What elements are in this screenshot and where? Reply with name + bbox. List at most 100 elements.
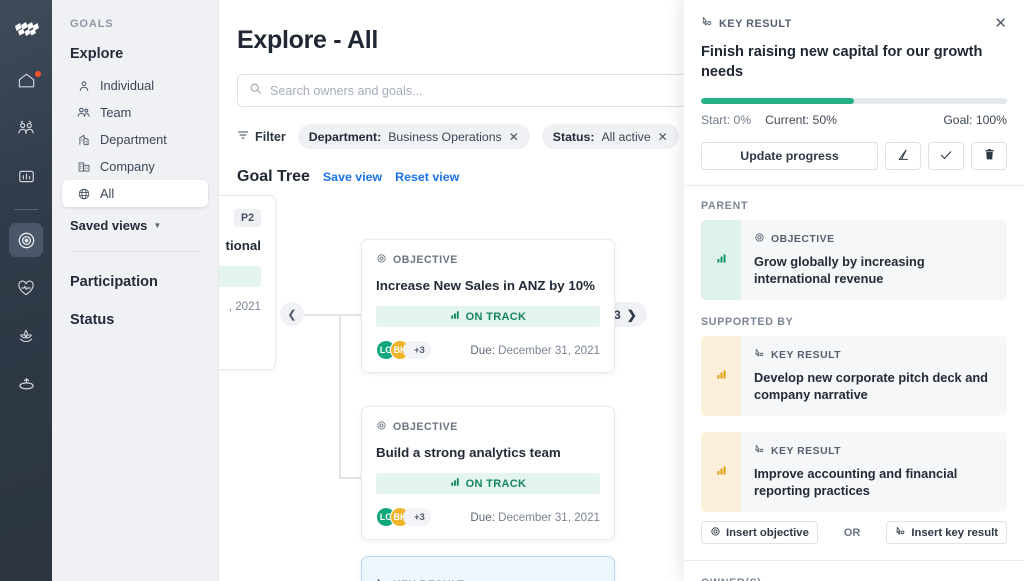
sidebar-section-status[interactable]: Status xyxy=(52,312,218,328)
parent-goal-card[interactable]: OBJECTIVE Grow globally by increasing in… xyxy=(701,220,1007,300)
goal-card-key-result-selected[interactable]: KEY RESULT xyxy=(361,556,615,581)
rail-divider xyxy=(14,209,38,210)
chevron-down-icon: ▼ xyxy=(153,221,161,230)
insert-key-result-button[interactable]: Insert key result xyxy=(886,521,1007,544)
detail-panel-divider xyxy=(684,560,1024,561)
key-result-icon xyxy=(895,526,906,540)
parent-goal-kind-label: OBJECTIVE xyxy=(771,234,835,245)
goal-card-kind: OBJECTIVE xyxy=(376,253,600,267)
sidebar-item-department[interactable]: Department xyxy=(70,126,208,153)
filter-icon xyxy=(237,129,249,144)
status-badge: ON TRACK xyxy=(376,306,600,327)
due-date: December 31, 2021 xyxy=(498,344,600,357)
goal-card-objective-2[interactable]: OBJECTIVE Build a strong analytics team … xyxy=(361,406,615,540)
goals-sidebar: GOALS Explore Individual Team Department xyxy=(52,0,219,581)
goal-card-partial[interactable]: P2 tional , 2021 xyxy=(219,195,276,370)
detail-panel-header: KEY RESULT ✕ Finish raising new capital … xyxy=(684,0,1024,186)
goal-card-kind-label: OBJECTIVE xyxy=(393,421,458,433)
search-icon xyxy=(249,82,262,100)
due-label: Due: xyxy=(470,511,495,524)
mark-complete-button[interactable] xyxy=(928,142,964,170)
parent-status-strip xyxy=(701,220,741,300)
supported-status-strip xyxy=(701,336,741,416)
goal-card-footer: LG BH +3 Due: December 31, 2021 xyxy=(376,340,600,360)
team-icon xyxy=(76,105,91,120)
insert-objective-button[interactable]: Insert objective xyxy=(701,521,818,544)
sidebar-item-label: Individual xyxy=(100,78,154,93)
rail-item-wellbeing-heart[interactable] xyxy=(9,271,43,305)
detail-panel-actions: Update progress xyxy=(701,142,1007,170)
filter-button[interactable]: Filter xyxy=(237,129,286,144)
on-track-bars-icon xyxy=(450,310,460,323)
sidebar-item-team[interactable]: Team xyxy=(70,99,208,126)
app-logo-icon[interactable] xyxy=(9,12,43,46)
progress-start-label: Start: 0% xyxy=(701,113,751,127)
tree-connector-vertical xyxy=(339,314,341,478)
owner-avatars[interactable]: LG BH +3 xyxy=(376,507,431,527)
objective-target-icon xyxy=(376,253,387,267)
rail-item-home[interactable] xyxy=(9,63,43,97)
progress-labels: Start: 0% Current: 50% Goal: 100% xyxy=(701,113,1007,127)
sidebar-saved-views[interactable]: Saved views ▼ xyxy=(52,218,218,233)
parent-goal-title: Grow globally by increasing internationa… xyxy=(754,253,994,287)
goal-card-due: Due: December 31, 2021 xyxy=(470,511,600,524)
rail-item-reports[interactable] xyxy=(9,159,43,193)
collapse-branch-button[interactable]: ❮ xyxy=(280,302,304,326)
close-icon[interactable]: ✕ xyxy=(658,131,668,143)
sidebar-divider xyxy=(70,251,200,252)
at-risk-bars-icon xyxy=(716,367,727,385)
filter-chip-department[interactable]: Department: Business Operations ✕ xyxy=(298,124,530,149)
supported-goal-title: Improve accounting and financial reporti… xyxy=(754,465,994,499)
globe-icon xyxy=(76,186,91,201)
supported-goal-kind-label: KEY RESULT xyxy=(771,350,841,361)
supported-goal-title: Develop new corporate pitch deck and com… xyxy=(754,369,994,403)
on-track-bars-icon xyxy=(450,477,460,490)
update-progress-button[interactable]: Update progress xyxy=(701,142,878,170)
supported-by-card-2[interactable]: KEY RESULT Improve accounting and financ… xyxy=(701,432,1007,512)
chip-key: Department: xyxy=(309,130,381,144)
sidebar-item-company[interactable]: Company xyxy=(70,153,208,180)
due-date: December 31, 2021 xyxy=(498,511,600,524)
progress-bar-fill xyxy=(701,98,854,104)
filter-chip-status[interactable]: Status: All active ✕ xyxy=(542,124,679,149)
close-icon[interactable]: ✕ xyxy=(994,16,1007,31)
rail-item-people[interactable] xyxy=(9,111,43,145)
edit-button[interactable] xyxy=(885,142,921,170)
sidebar-heading-explore: Explore xyxy=(52,46,218,62)
status-badge: ON TRACK xyxy=(376,473,600,494)
home-notification-dot xyxy=(35,71,41,77)
supported-by-section-label: SUPPORTED BY xyxy=(701,316,1007,328)
person-icon xyxy=(76,78,91,93)
chip-value: Business Operations xyxy=(388,130,501,144)
detail-panel-kind-label: KEY RESULT xyxy=(719,18,792,30)
owner-avatars[interactable]: LG BH +3 xyxy=(376,340,431,360)
sidebar-item-label: Department xyxy=(100,132,167,147)
supported-goal-kind: KEY RESULT xyxy=(754,348,994,362)
status-badge-label: ON TRACK xyxy=(466,478,527,490)
goal-card-title: Build a strong analytics team xyxy=(376,444,600,461)
progress-current-label: Current: 50% xyxy=(765,113,837,127)
sidebar-section-participation[interactable]: Participation xyxy=(52,274,218,290)
at-risk-bars-icon xyxy=(716,463,727,481)
rail-item-lotus[interactable] xyxy=(9,319,43,353)
or-separator-label: OR xyxy=(844,527,861,539)
rail-item-cycle[interactable] xyxy=(9,367,43,401)
owners-section-label: OWNER(S) xyxy=(701,577,1007,581)
key-result-icon xyxy=(701,16,713,31)
sidebar-item-individual[interactable]: Individual xyxy=(70,72,208,99)
goal-card-due: Due: December 31, 2021 xyxy=(470,344,600,357)
search-input[interactable]: Search owners and goals... xyxy=(237,74,757,107)
insert-key-result-label: Insert key result xyxy=(911,527,998,539)
supported-by-card-1[interactable]: KEY RESULT Develop new corporate pitch d… xyxy=(701,336,1007,416)
close-icon[interactable]: ✕ xyxy=(509,131,519,143)
tree-connector-horizontal-card2 xyxy=(339,477,361,479)
supported-goal-kind-label: KEY RESULT xyxy=(771,446,841,457)
trash-icon xyxy=(983,148,996,164)
goal-card-objective-1[interactable]: OBJECTIVE Increase New Sales in ANZ by 1… xyxy=(361,239,615,373)
filter-label: Filter xyxy=(255,130,286,144)
sidebar-item-all[interactable]: All xyxy=(62,180,208,207)
rail-item-goals[interactable] xyxy=(9,223,43,257)
tree-connector-horizontal-card1 xyxy=(339,314,361,316)
delete-button[interactable] xyxy=(971,142,1007,170)
extra-owners-count: +3 xyxy=(403,341,431,359)
